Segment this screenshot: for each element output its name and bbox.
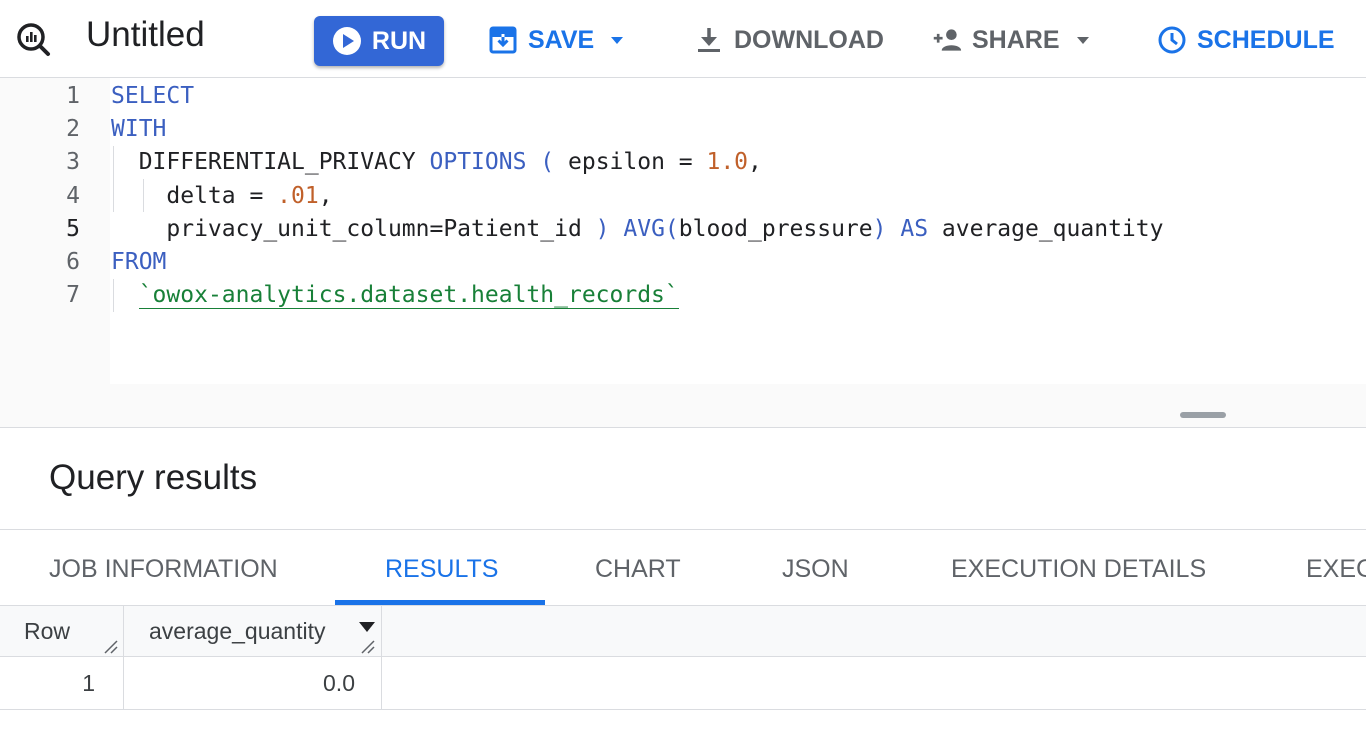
run-label: RUN <box>371 26 427 55</box>
sql-editor[interactable]: 1 2 3 4 5 6 7 SELECT WITH DIFFERENTIAL_PRIVACY … <box>0 78 1366 428</box>
average-quantity-column-header: average_quantity <box>149 618 326 644</box>
column-resize-icon[interactable] <box>103 639 119 655</box>
chevron-down-icon[interactable] <box>610 33 624 47</box>
code-token: ) <box>595 215 610 242</box>
query-title[interactable]: Untitled <box>86 15 205 55</box>
download-icon <box>698 28 720 52</box>
active-tab-indicator <box>335 600 545 605</box>
tab-execution-details[interactable]: EXECUTION DETAILS <box>951 530 1206 606</box>
code-token: WITH <box>111 116 167 143</box>
code-line[interactable]: FROM <box>111 246 166 279</box>
results-tabs: JOB INFORMATION RESULTS CHART JSON EXECU… <box>0 529 1366 606</box>
play-icon <box>332 27 361 55</box>
row-number: 1 <box>82 670 95 696</box>
code-line[interactable]: SELECT <box>111 80 194 113</box>
download-label: DOWNLOAD <box>734 25 884 54</box>
code-token: privacy_unit_column=Patient_id <box>111 215 596 242</box>
code-token: average_quantity <box>928 215 1164 242</box>
code-token: .01 <box>277 182 319 209</box>
code-token: AS <box>900 215 929 242</box>
share-button[interactable]: SHARE <box>932 22 1090 58</box>
code-line[interactable]: DIFFERENTIAL_PRIVACY OPTIONS ( epsilon =… <box>111 146 762 179</box>
results-header-row: Row average_quantity <box>0 606 1366 657</box>
save-icon <box>489 26 517 54</box>
line-number: 7 <box>66 282 80 309</box>
row-number-cell: 1 <box>0 657 124 709</box>
code-token: , <box>748 149 762 176</box>
line-number: 1 <box>66 83 80 109</box>
tab-results[interactable]: RESULTS <box>385 530 498 606</box>
average-quantity-cell[interactable]: 0.0 <box>124 657 382 709</box>
code-token: DIFFERENTIAL_PRIVACY <box>111 149 430 176</box>
tab-job-information[interactable]: JOB INFORMATION <box>49 530 278 606</box>
column-resize-icon[interactable] <box>360 639 376 655</box>
code-line[interactable]: `owox-analytics.dataset.health_records` <box>111 279 679 312</box>
editor-resize-handle[interactable] <box>1180 412 1226 418</box>
code-line[interactable]: delta = .01, <box>111 180 333 213</box>
query-icon <box>17 23 50 56</box>
code-token: blood_pressure <box>678 215 873 242</box>
save-button[interactable]: SAVE <box>488 22 624 58</box>
line-number: 5 <box>66 215 80 242</box>
download-button[interactable]: DOWNLOAD <box>694 22 884 58</box>
tab-chart[interactable]: CHART <box>595 530 681 606</box>
tab-execution-graph[interactable]: EXECUTION GRAPH <box>1306 530 1366 606</box>
average-quantity-value: 0.0 <box>323 670 355 696</box>
line-number: 2 <box>66 116 80 143</box>
code-token: SELECT <box>111 83 195 109</box>
share-label: SHARE <box>972 25 1060 54</box>
clock-icon <box>1158 26 1186 54</box>
average-quantity-header-cell[interactable]: average_quantity <box>124 606 382 656</box>
code-token: delta = <box>111 182 278 209</box>
chevron-down-icon[interactable] <box>1076 33 1090 47</box>
line-number: 3 <box>66 149 80 176</box>
code-token: 1.0 <box>706 149 749 176</box>
code-token: ) <box>872 215 887 242</box>
results-title: Query results <box>49 458 258 497</box>
code-token: FROM <box>111 249 167 275</box>
table-row: 1 0.0 <box>0 657 1366 710</box>
row-column-header: Row <box>24 618 71 644</box>
line-number: 6 <box>66 249 80 275</box>
run-button[interactable]: RUN <box>314 16 444 66</box>
code-token: , <box>318 182 333 209</box>
code-token: ( <box>540 149 555 176</box>
schedule-button[interactable]: SCHEDULE <box>1157 22 1335 58</box>
code-token: AVG( <box>623 215 679 242</box>
row-header-cell[interactable]: Row <box>0 606 124 656</box>
code-token: OPTIONS <box>429 149 527 176</box>
column-menu-icon[interactable] <box>358 620 376 634</box>
code-line[interactable]: privacy_unit_column=Patient_id ) AVG(blo… <box>111 213 1163 246</box>
code-token: epsilon = <box>554 149 707 176</box>
tab-json[interactable]: JSON <box>782 530 849 606</box>
query-toolbar: Untitled RUN SAVE DOWNLOAD SHARE SCHEDUL… <box>0 0 1366 78</box>
save-label: SAVE <box>528 25 595 54</box>
line-number: 4 <box>66 182 80 209</box>
schedule-label: SCHEDULE <box>1197 25 1335 54</box>
code-line[interactable]: WITH <box>111 113 166 146</box>
person-add-icon <box>933 29 962 51</box>
code-token: `owox-analytics.dataset.health_records` <box>138 282 679 310</box>
